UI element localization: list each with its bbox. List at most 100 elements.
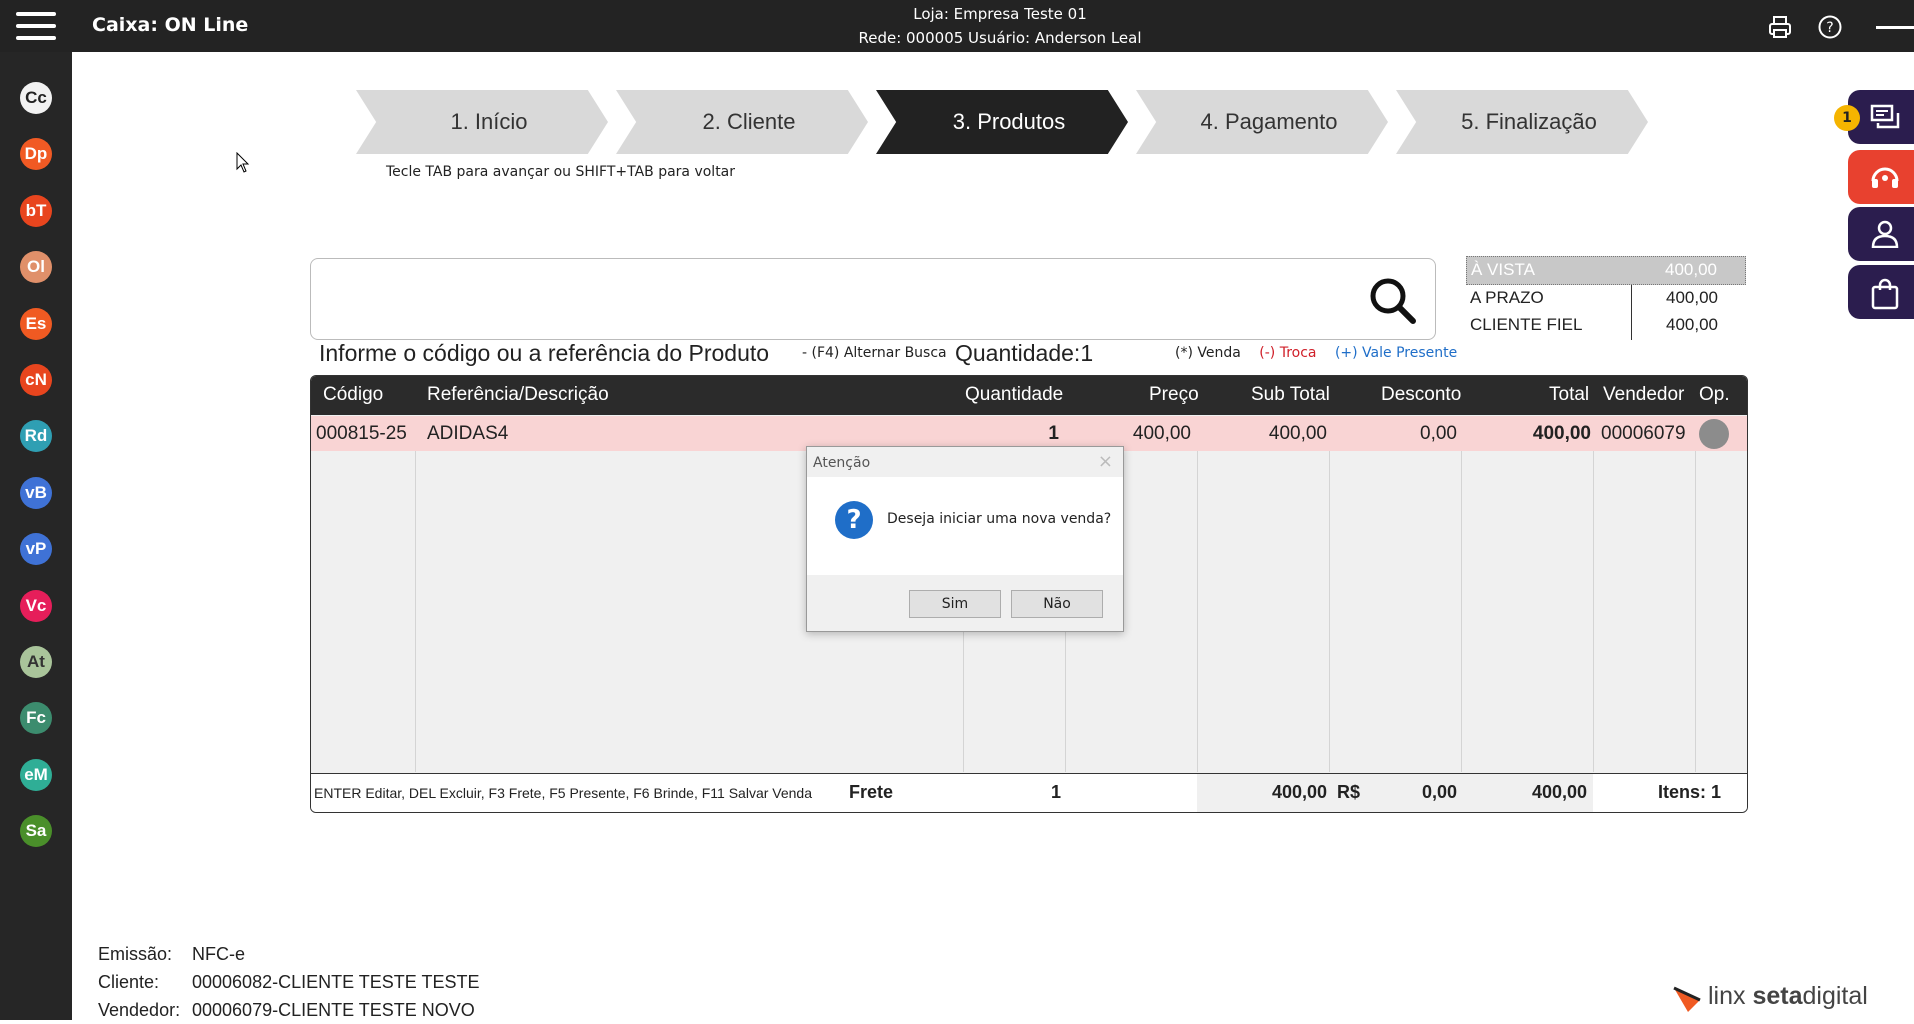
col-divider [1197, 416, 1198, 772]
quantity-field[interactable]: Quantidade:1 [955, 340, 1093, 367]
search-input[interactable] [325, 269, 1329, 329]
help-icon[interactable]: ? [1817, 14, 1843, 40]
step-4[interactable]: 4. Pagamento [1136, 90, 1388, 154]
support-button[interactable] [1848, 150, 1914, 204]
dialog-message: Deseja iniciar uma nova venda? [887, 511, 1112, 527]
cell-referencia: ADIDAS4 [427, 423, 509, 444]
price-value: 400,00 [1666, 288, 1718, 307]
legend: (*) Venda (-) Troca (+) Vale Presente [1175, 345, 1471, 361]
minimize-icon[interactable] [1876, 14, 1914, 40]
cliente-value: 00006082-CLIENTE TESTE TESTE [192, 972, 480, 992]
price-row[interactable]: CLIENTE FIEL 400,00 [1466, 312, 1746, 339]
support-icon [1871, 167, 1899, 188]
sidebar-item-cn[interactable]: cN [20, 364, 52, 396]
tab-hint: Tecle TAB para avançar ou SHIFT+TAB para… [386, 164, 736, 180]
step-label: 2. Cliente [702, 109, 796, 134]
sidebar-item-vc[interactable]: Vc [20, 589, 52, 622]
yes-button[interactable]: Sim [909, 590, 1001, 618]
col-quantidade[interactable]: Quantidade [965, 384, 1063, 406]
sidebar-item-ol[interactable]: Ol [20, 251, 52, 284]
svg-text:?: ? [1826, 20, 1833, 36]
bag-icon [1871, 278, 1899, 310]
vendedor-value: 00006079-CLIENTE TESTE NOVO [192, 1000, 475, 1020]
sidebar-item-cc[interactable]: Cc [20, 82, 52, 114]
totals-currency: R$ [1337, 782, 1361, 802]
col-desconto[interactable]: Desconto [1381, 384, 1461, 406]
cliente-label: Cliente: [98, 972, 160, 992]
price-value: 400,00 [1665, 260, 1717, 279]
totals-quantidade: 1 [1051, 782, 1062, 802]
sidebar-item-es[interactable]: Es [20, 307, 52, 340]
no-button[interactable]: Não [1011, 590, 1103, 618]
brand-logo: linx setadigital [1673, 982, 1868, 1012]
menu-icon[interactable] [16, 10, 56, 42]
shortcut-hint: ENTER Editar, DEL Excluir, F3 Frete, F5 … [314, 785, 812, 801]
brand-bold: seta [1752, 982, 1803, 1010]
notification-badge: 1 [1834, 105, 1860, 131]
legend-troca: (-) Troca [1259, 345, 1317, 361]
totals-subtotal: 400,00 [1271, 782, 1327, 802]
price-row[interactable]: A PRAZO 400,00 [1466, 285, 1746, 312]
step-1[interactable]: 1. Início [356, 90, 608, 154]
cell-vendedor: 00006079 [1601, 423, 1686, 444]
sidebar-item-dp[interactable]: Dp [20, 138, 52, 171]
brand-logo-icon [1673, 986, 1701, 1012]
step-label: 1. Início [450, 109, 528, 134]
step-5[interactable]: 5. Finalização [1396, 90, 1648, 154]
step-label: 3. Produtos [952, 109, 1066, 134]
totals-itens: Itens: 1 [1657, 782, 1721, 802]
totals-bar: ENTER Editar, DEL Excluir, F3 Frete, F5 … [311, 773, 1747, 812]
cell-preco: 400,00 [1132, 423, 1191, 444]
chat-icon [1870, 104, 1900, 129]
step-3[interactable]: 3. Produtos [876, 90, 1128, 154]
price-value: 400,00 [1666, 315, 1718, 334]
step-label: 4. Pagamento [1200, 109, 1338, 134]
dialog-body: ? Deseja iniciar uma nova venda? [807, 477, 1123, 575]
printer-icon[interactable] [1767, 14, 1793, 40]
quantity-label: Quantidade: [955, 340, 1081, 366]
store-line: Loja: Empresa Teste 01 [913, 5, 1087, 23]
sidebar-item-fc[interactable]: Fc [20, 702, 52, 735]
brand-prefix: linx [1708, 982, 1753, 1010]
sidebar-item-at[interactable]: At [20, 646, 52, 678]
close-icon[interactable]: × [1098, 451, 1113, 472]
sidebar-item-rd[interactable]: Rd [20, 420, 52, 453]
search-box [310, 258, 1436, 340]
sidebar-item-sa[interactable]: Sa [20, 815, 52, 848]
alt-search-hint: - (F4) Alternar Busca [802, 345, 947, 361]
step-label: 5. Finalização [1461, 109, 1597, 134]
top-bar: Caixa: ON Line Loja: Empresa Teste 01 Re… [0, 0, 1914, 52]
grid-header: Código Referência/Descrição Quantidade P… [311, 376, 1747, 415]
sidebar-item-vb[interactable]: vB [20, 476, 52, 509]
network-line: Rede: 000005 Usuário: Anderson Leal [858, 29, 1142, 47]
search-icon[interactable] [1367, 275, 1417, 325]
totals-total: 400,00 [1531, 782, 1587, 802]
cursor-icon [236, 152, 250, 173]
col-op[interactable]: Op. [1699, 384, 1730, 406]
cell-desconto: 0,00 [1420, 423, 1457, 444]
col-vendedor[interactable]: Vendedor [1603, 384, 1684, 406]
col-divider [1461, 416, 1462, 772]
user-icon [1871, 220, 1899, 248]
step-2[interactable]: 2. Cliente [616, 90, 868, 154]
col-divider [1695, 416, 1696, 772]
price-label: CLIENTE FIEL [1470, 315, 1583, 334]
row-op-button[interactable] [1699, 419, 1729, 449]
user-button[interactable] [1848, 207, 1914, 261]
brand-suffix: digital [1802, 982, 1868, 1010]
col-referencia[interactable]: Referência/Descrição [427, 384, 609, 406]
sidebar-item-vp[interactable]: vP [20, 533, 52, 566]
col-preco[interactable]: Preço [1149, 384, 1199, 406]
col-subtotal[interactable]: Sub Total [1251, 384, 1330, 406]
sidebar-item-em[interactable]: eM [20, 758, 52, 791]
quantity-value: 1 [1080, 340, 1094, 366]
footer-info: Emissão: NFC-e Cliente: 00006082-CLIENTE T… [98, 940, 479, 1024]
col-total[interactable]: Total [1549, 384, 1589, 406]
col-divider [1593, 416, 1594, 772]
bag-button[interactable] [1848, 265, 1914, 319]
cell-total: 400,00 [1532, 423, 1591, 444]
sidebar-item-bt[interactable]: bT [20, 194, 52, 227]
app-title: Caixa: ON Line [92, 14, 249, 36]
price-row[interactable]: À VISTA 400,00 [1466, 256, 1746, 285]
col-codigo[interactable]: Código [323, 384, 383, 406]
